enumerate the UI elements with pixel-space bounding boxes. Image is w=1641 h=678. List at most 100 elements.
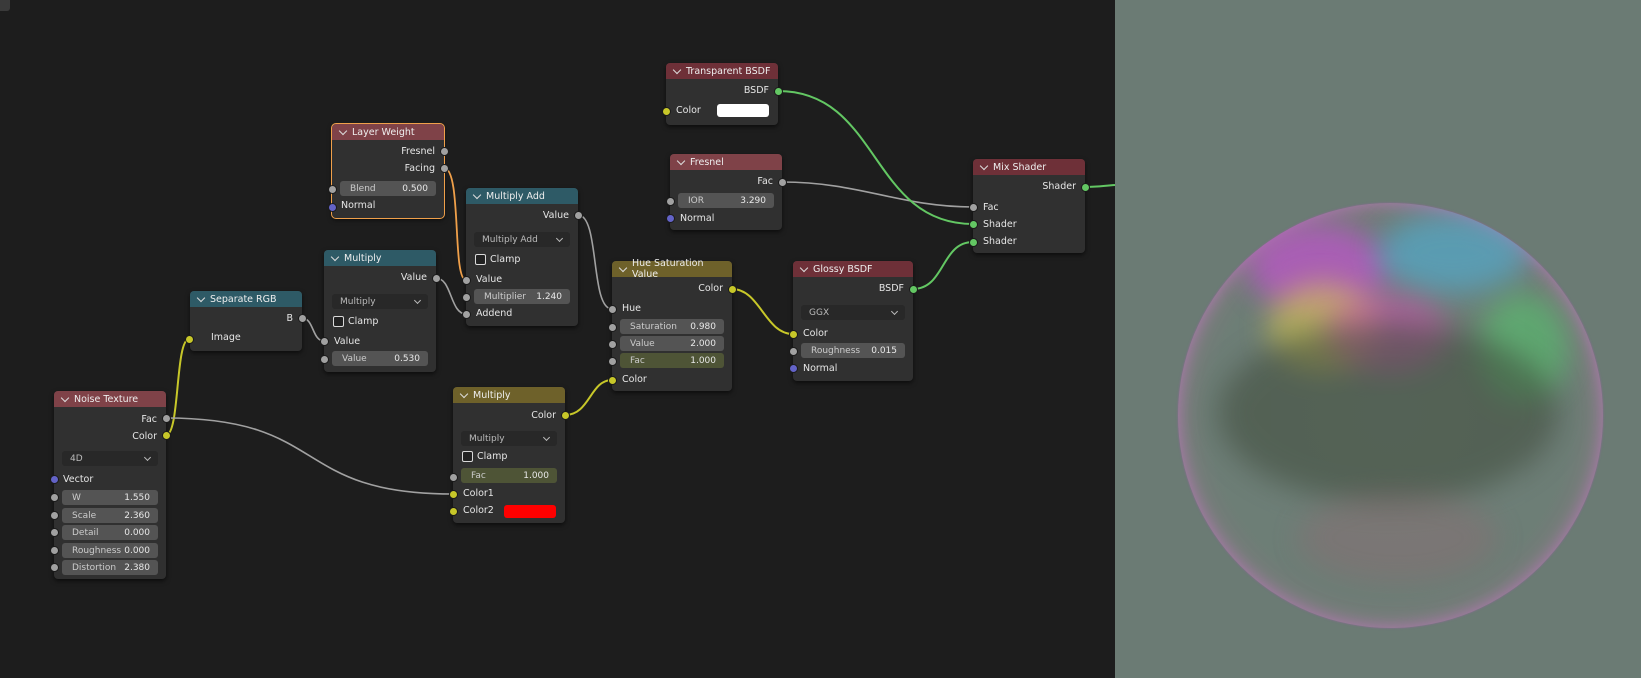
ior-field[interactable]: IOR 3.290 [678,193,774,208]
socket-in-color2[interactable] [449,507,458,516]
node-header[interactable]: Multiply Add [466,188,578,204]
node-header[interactable]: Layer Weight [332,124,444,140]
collapse-chevron-icon[interactable] [196,293,206,302]
socket-in-value[interactable] [462,276,471,285]
node-multiply-add[interactable]: Multiply Add Value Multiply Add Clamp Va… [466,188,578,326]
socket-in-image[interactable] [185,335,194,344]
node-glossy-bsdf[interactable]: Glossy BSDF BSDF GGX Color Roughness 0.01… [793,261,913,381]
socket-in-detail[interactable] [50,528,59,537]
node-header[interactable]: Fresnel [670,154,782,170]
saturation-field[interactable]: Saturation 0.980 [620,319,724,334]
socket-in-scale[interactable] [50,511,59,520]
node-editor[interactable]: Noise Texture Fac Color 4D Vector W 1.550… [0,0,1115,678]
node-header[interactable]: Separate RGB [190,291,302,307]
socket-out-color[interactable] [561,411,570,420]
socket-in-normal[interactable] [328,203,337,212]
node-noise-texture[interactable]: Noise Texture Fac Color 4D Vector W 1.550… [54,391,166,579]
socket-out-fresnel[interactable] [440,147,449,156]
color-swatch[interactable] [717,104,769,117]
node-transparent-bsdf[interactable]: Transparent BSDF BSDF Color [666,63,778,125]
socket-in-roughness[interactable] [50,546,59,555]
socket-in-color[interactable] [608,376,617,385]
node-mix-shader[interactable]: Mix Shader Shader Fac Shader Shader [973,159,1085,253]
socket-out-color[interactable] [728,285,737,294]
node-header[interactable]: Noise Texture [54,391,166,407]
socket-in-roughness[interactable] [789,347,798,356]
socket-in-blend[interactable] [328,185,337,194]
color2-swatch[interactable] [504,505,556,518]
socket-in-value[interactable] [320,337,329,346]
socket-out-b[interactable] [298,314,307,323]
socket-out-fac[interactable] [162,414,171,423]
socket-in-distortion[interactable] [50,563,59,572]
operation-dropdown[interactable]: Multiply [332,294,428,309]
detail-field[interactable]: Detail 0.000 [62,525,158,540]
collapse-chevron-icon[interactable] [472,190,482,199]
value-field[interactable]: Value 2.000 [620,336,724,351]
socket-in-fac[interactable] [608,357,617,366]
socket-in-vector[interactable] [50,475,59,484]
collapse-chevron-icon[interactable] [799,263,809,272]
collapse-chevron-icon[interactable] [979,161,989,170]
node-header[interactable]: Multiply [324,250,436,266]
3d-viewport[interactable] [1115,0,1641,678]
collapse-chevron-icon[interactable] [676,156,686,165]
collapse-chevron-icon[interactable] [60,393,70,402]
blend-field[interactable]: Blend 0.500 [340,181,436,196]
collapse-chevron-icon[interactable] [338,126,348,135]
node-layer-weight[interactable]: Layer Weight Fresnel Facing Blend 0.500 N… [331,123,445,219]
roughness-field[interactable]: Roughness 0.015 [801,343,905,358]
socket-in-addend[interactable] [462,310,471,319]
socket-in-w[interactable] [50,493,59,502]
node-header[interactable]: Transparent BSDF [666,63,778,79]
socket-in-normal[interactable] [789,364,798,373]
socket-in-color1[interactable] [449,490,458,499]
scale-field[interactable]: Scale 2.360 [62,508,158,523]
fac-field[interactable]: Fac 1.000 [620,353,724,368]
socket-out-value[interactable] [574,211,583,220]
clamp-checkbox[interactable] [475,254,486,265]
socket-out-bsdf[interactable] [774,87,783,96]
collapse-chevron-icon[interactable] [330,252,340,261]
socket-out-facing[interactable] [440,164,449,173]
socket-out-color[interactable] [162,431,171,440]
socket-out-fac[interactable] [778,178,787,187]
multiplier-field[interactable]: Multiplier 1.240 [474,289,570,304]
distortion-field[interactable]: Distortion 2.380 [62,560,158,575]
node-header[interactable]: Glossy BSDF [793,261,913,277]
clamp-row[interactable]: Clamp [324,313,436,330]
socket-in-shader1[interactable] [969,220,978,229]
node-hue-saturation-value[interactable]: Hue Saturation Value Color Hue Saturatio… [612,258,732,391]
socket-in-normal[interactable] [666,214,675,223]
roughness-field[interactable]: Roughness 0.000 [62,543,158,558]
socket-in-color[interactable] [789,330,798,339]
collapse-chevron-icon[interactable] [618,263,628,272]
node-separate-rgb[interactable]: Separate RGB B Image [190,291,302,351]
clamp-checkbox[interactable] [333,316,344,327]
w-field[interactable]: W 1.550 [62,490,158,505]
socket-in-ior[interactable] [666,197,675,206]
clamp-row[interactable]: Clamp [453,448,565,465]
socket-in-color[interactable] [662,107,671,116]
socket-in-saturation[interactable] [608,323,617,332]
socket-in-fac[interactable] [969,203,978,212]
value-field[interactable]: Value 0.530 [332,351,428,366]
operation-dropdown[interactable]: Multiply Add [474,232,570,247]
node-header[interactable]: Multiply [453,387,565,403]
socket-in-multiplier[interactable] [462,293,471,302]
socket-in-hue[interactable] [608,305,617,314]
distribution-dropdown[interactable]: GGX [801,305,905,320]
socket-out-value[interactable] [432,274,441,283]
node-multiply-math[interactable]: Multiply Value Multiply Clamp Value Valu… [324,250,436,372]
collapse-chevron-icon[interactable] [459,389,469,398]
dimensions-dropdown[interactable]: 4D [62,451,158,466]
socket-in-value2[interactable] [320,355,329,364]
node-header[interactable]: Hue Saturation Value [612,258,732,280]
socket-out-shader[interactable] [1081,183,1090,192]
node-multiply-mix[interactable]: Multiply Color Multiply Clamp Fac 1.000 C… [453,387,565,523]
fac-field[interactable]: Fac 1.000 [461,468,557,483]
socket-in-fac[interactable] [449,473,458,482]
clamp-checkbox[interactable] [462,451,473,462]
collapse-chevron-icon[interactable] [672,65,682,74]
socket-in-shader2[interactable] [969,238,978,247]
